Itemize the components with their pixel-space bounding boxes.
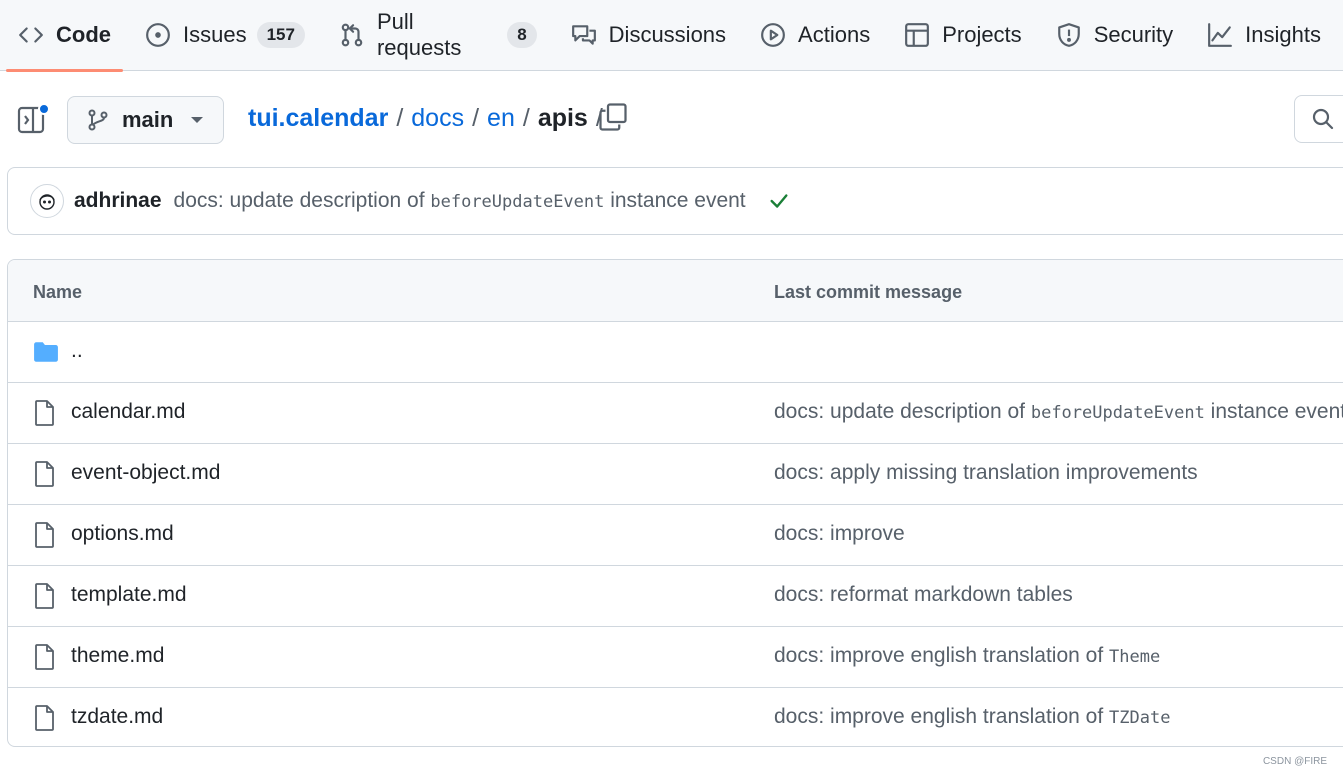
latest-commit-bar: adhrinae docs: update description of bef… — [7, 167, 1343, 235]
table-icon — [904, 22, 930, 48]
tab-label: Projects — [942, 22, 1022, 47]
breadcrumb-separator: / — [472, 103, 480, 132]
tab-projects[interactable]: Projects — [892, 0, 1033, 71]
tab-pull-requests[interactable]: Pull requests 8 — [327, 0, 549, 71]
column-header-name: Name — [33, 282, 83, 302]
parent-directory-link[interactable]: .. — [71, 339, 83, 363]
tab-issues[interactable]: Issues 157 — [133, 0, 317, 71]
file-table: Name Last commit message .. calendar.md … — [7, 259, 1343, 747]
tab-label: Discussions — [608, 22, 727, 47]
table-row[interactable]: event-object.md docs: apply missing tran… — [8, 444, 1343, 505]
breadcrumb-repo-link[interactable]: tui.calendar — [248, 104, 388, 133]
file-name-link[interactable]: calendar.md — [71, 400, 185, 424]
tab-insights[interactable]: Insights — [1195, 0, 1333, 71]
file-icon — [33, 522, 57, 548]
shield-icon — [1056, 22, 1082, 48]
search-icon — [1312, 108, 1334, 130]
breadcrumb-separator: / — [522, 103, 530, 132]
breadcrumb-link-docs[interactable]: docs — [411, 104, 464, 133]
notification-dot — [38, 103, 50, 115]
commit-message-text: docs: apply missing translation improvem… — [774, 461, 1198, 484]
breadcrumb-separator: / — [396, 103, 404, 132]
file-commit-message[interactable]: docs: improve — [774, 522, 905, 546]
commit-message-code: TZDate — [1109, 708, 1171, 728]
commit-message-code: beforeUpdateEvent — [430, 192, 605, 212]
issues-counter: 157 — [256, 22, 305, 48]
table-row[interactable]: calendar.md docs: update description of … — [8, 383, 1343, 444]
avatar-face-icon — [39, 194, 55, 210]
commit-message-suffix: instance event — [1204, 400, 1343, 423]
file-name-link[interactable]: theme.md — [71, 644, 164, 668]
code-icon — [18, 22, 44, 48]
file-name-link[interactable]: event-object.md — [71, 461, 220, 485]
column-header-message: Last commit message — [774, 282, 963, 302]
commit-message-text: docs: update description of — [774, 400, 1031, 423]
commit-message-text: docs: update description of — [173, 189, 431, 212]
file-icon — [33, 644, 57, 670]
branch-selector-button[interactable]: main — [67, 96, 224, 144]
file-name-link[interactable]: options.md — [71, 522, 174, 546]
file-commit-message[interactable]: docs: reformat markdown tables — [774, 583, 1073, 607]
table-row[interactable]: tzdate.md docs: improve english translat… — [8, 688, 1343, 746]
file-icon — [33, 705, 57, 731]
table-row[interactable]: options.md docs: improve — [8, 505, 1343, 566]
folder-icon — [33, 339, 58, 365]
tab-label: Code — [56, 22, 111, 47]
file-commit-message[interactable]: docs: improve english translation of The… — [774, 644, 1160, 668]
file-icon — [33, 583, 57, 609]
tab-label: Insights — [1245, 22, 1321, 47]
tab-label: Pull requests — [376, 9, 462, 60]
copy-path-button[interactable] — [598, 102, 628, 132]
tab-label: Actions — [798, 22, 871, 47]
git-pull-request-icon — [339, 22, 365, 48]
tab-code[interactable]: Code — [6, 0, 123, 72]
commit-message-text: docs: improve — [774, 522, 905, 545]
sidebar-toggle-button[interactable] — [16, 103, 50, 135]
breadcrumb: tui.calendar / docs / en / apis / — [248, 101, 611, 135]
table-header: Name Last commit message — [8, 260, 1343, 322]
tab-label: Security — [1093, 22, 1174, 47]
git-branch-icon — [88, 109, 108, 131]
issue-opened-icon — [145, 22, 171, 48]
file-commit-message[interactable]: docs: apply missing translation improvem… — [774, 461, 1198, 485]
commit-message[interactable]: docs: update description of beforeUpdate… — [174, 189, 746, 213]
parent-directory-row[interactable]: .. — [8, 322, 1343, 383]
chevron-down-icon — [191, 117, 204, 123]
table-row[interactable]: theme.md docs: improve english translati… — [8, 627, 1343, 688]
commit-message-suffix: instance event — [604, 189, 746, 212]
commit-author[interactable]: adhrinae — [74, 189, 162, 213]
graph-icon — [1207, 22, 1233, 48]
repo-nav: Code Issues 157 Pull requests 8 Discussi… — [0, 0, 1343, 72]
file-name-link[interactable]: tzdate.md — [71, 705, 163, 729]
search-button[interactable] — [1294, 95, 1343, 143]
commit-message-code: beforeUpdateEvent — [1030, 403, 1205, 423]
file-icon — [33, 461, 57, 487]
tab-discussions[interactable]: Discussions — [559, 0, 738, 71]
play-icon — [760, 22, 786, 48]
tab-label: Issues — [183, 22, 247, 47]
file-commit-message[interactable]: docs: update description of beforeUpdate… — [774, 400, 1343, 424]
table-row[interactable]: template.md docs: reformat markdown tabl… — [8, 566, 1343, 627]
comment-discussion-icon — [571, 22, 597, 48]
branch-name: main — [122, 107, 174, 132]
avatar[interactable] — [30, 184, 64, 218]
commit-message-text: docs: improve english translation of — [774, 705, 1110, 728]
copy-icon — [599, 103, 627, 131]
pull-requests-counter: 8 — [507, 22, 537, 48]
breadcrumb-link-en[interactable]: en — [487, 104, 515, 133]
check-icon[interactable] — [768, 190, 790, 212]
commit-message-code: Theme — [1109, 647, 1161, 667]
breadcrumb-current: apis — [537, 103, 588, 132]
file-name-link[interactable]: template.md — [71, 583, 187, 607]
tab-actions[interactable]: Actions — [748, 0, 882, 71]
commit-message-text: docs: reformat markdown tables — [774, 583, 1073, 606]
file-icon — [33, 400, 57, 426]
commit-message-text: docs: improve english translation of — [774, 644, 1110, 667]
file-commit-message[interactable]: docs: improve english translation of TZD… — [774, 705, 1170, 729]
watermark: CSDN @FIRE — [1262, 756, 1327, 767]
tab-security[interactable]: Security — [1044, 0, 1185, 71]
